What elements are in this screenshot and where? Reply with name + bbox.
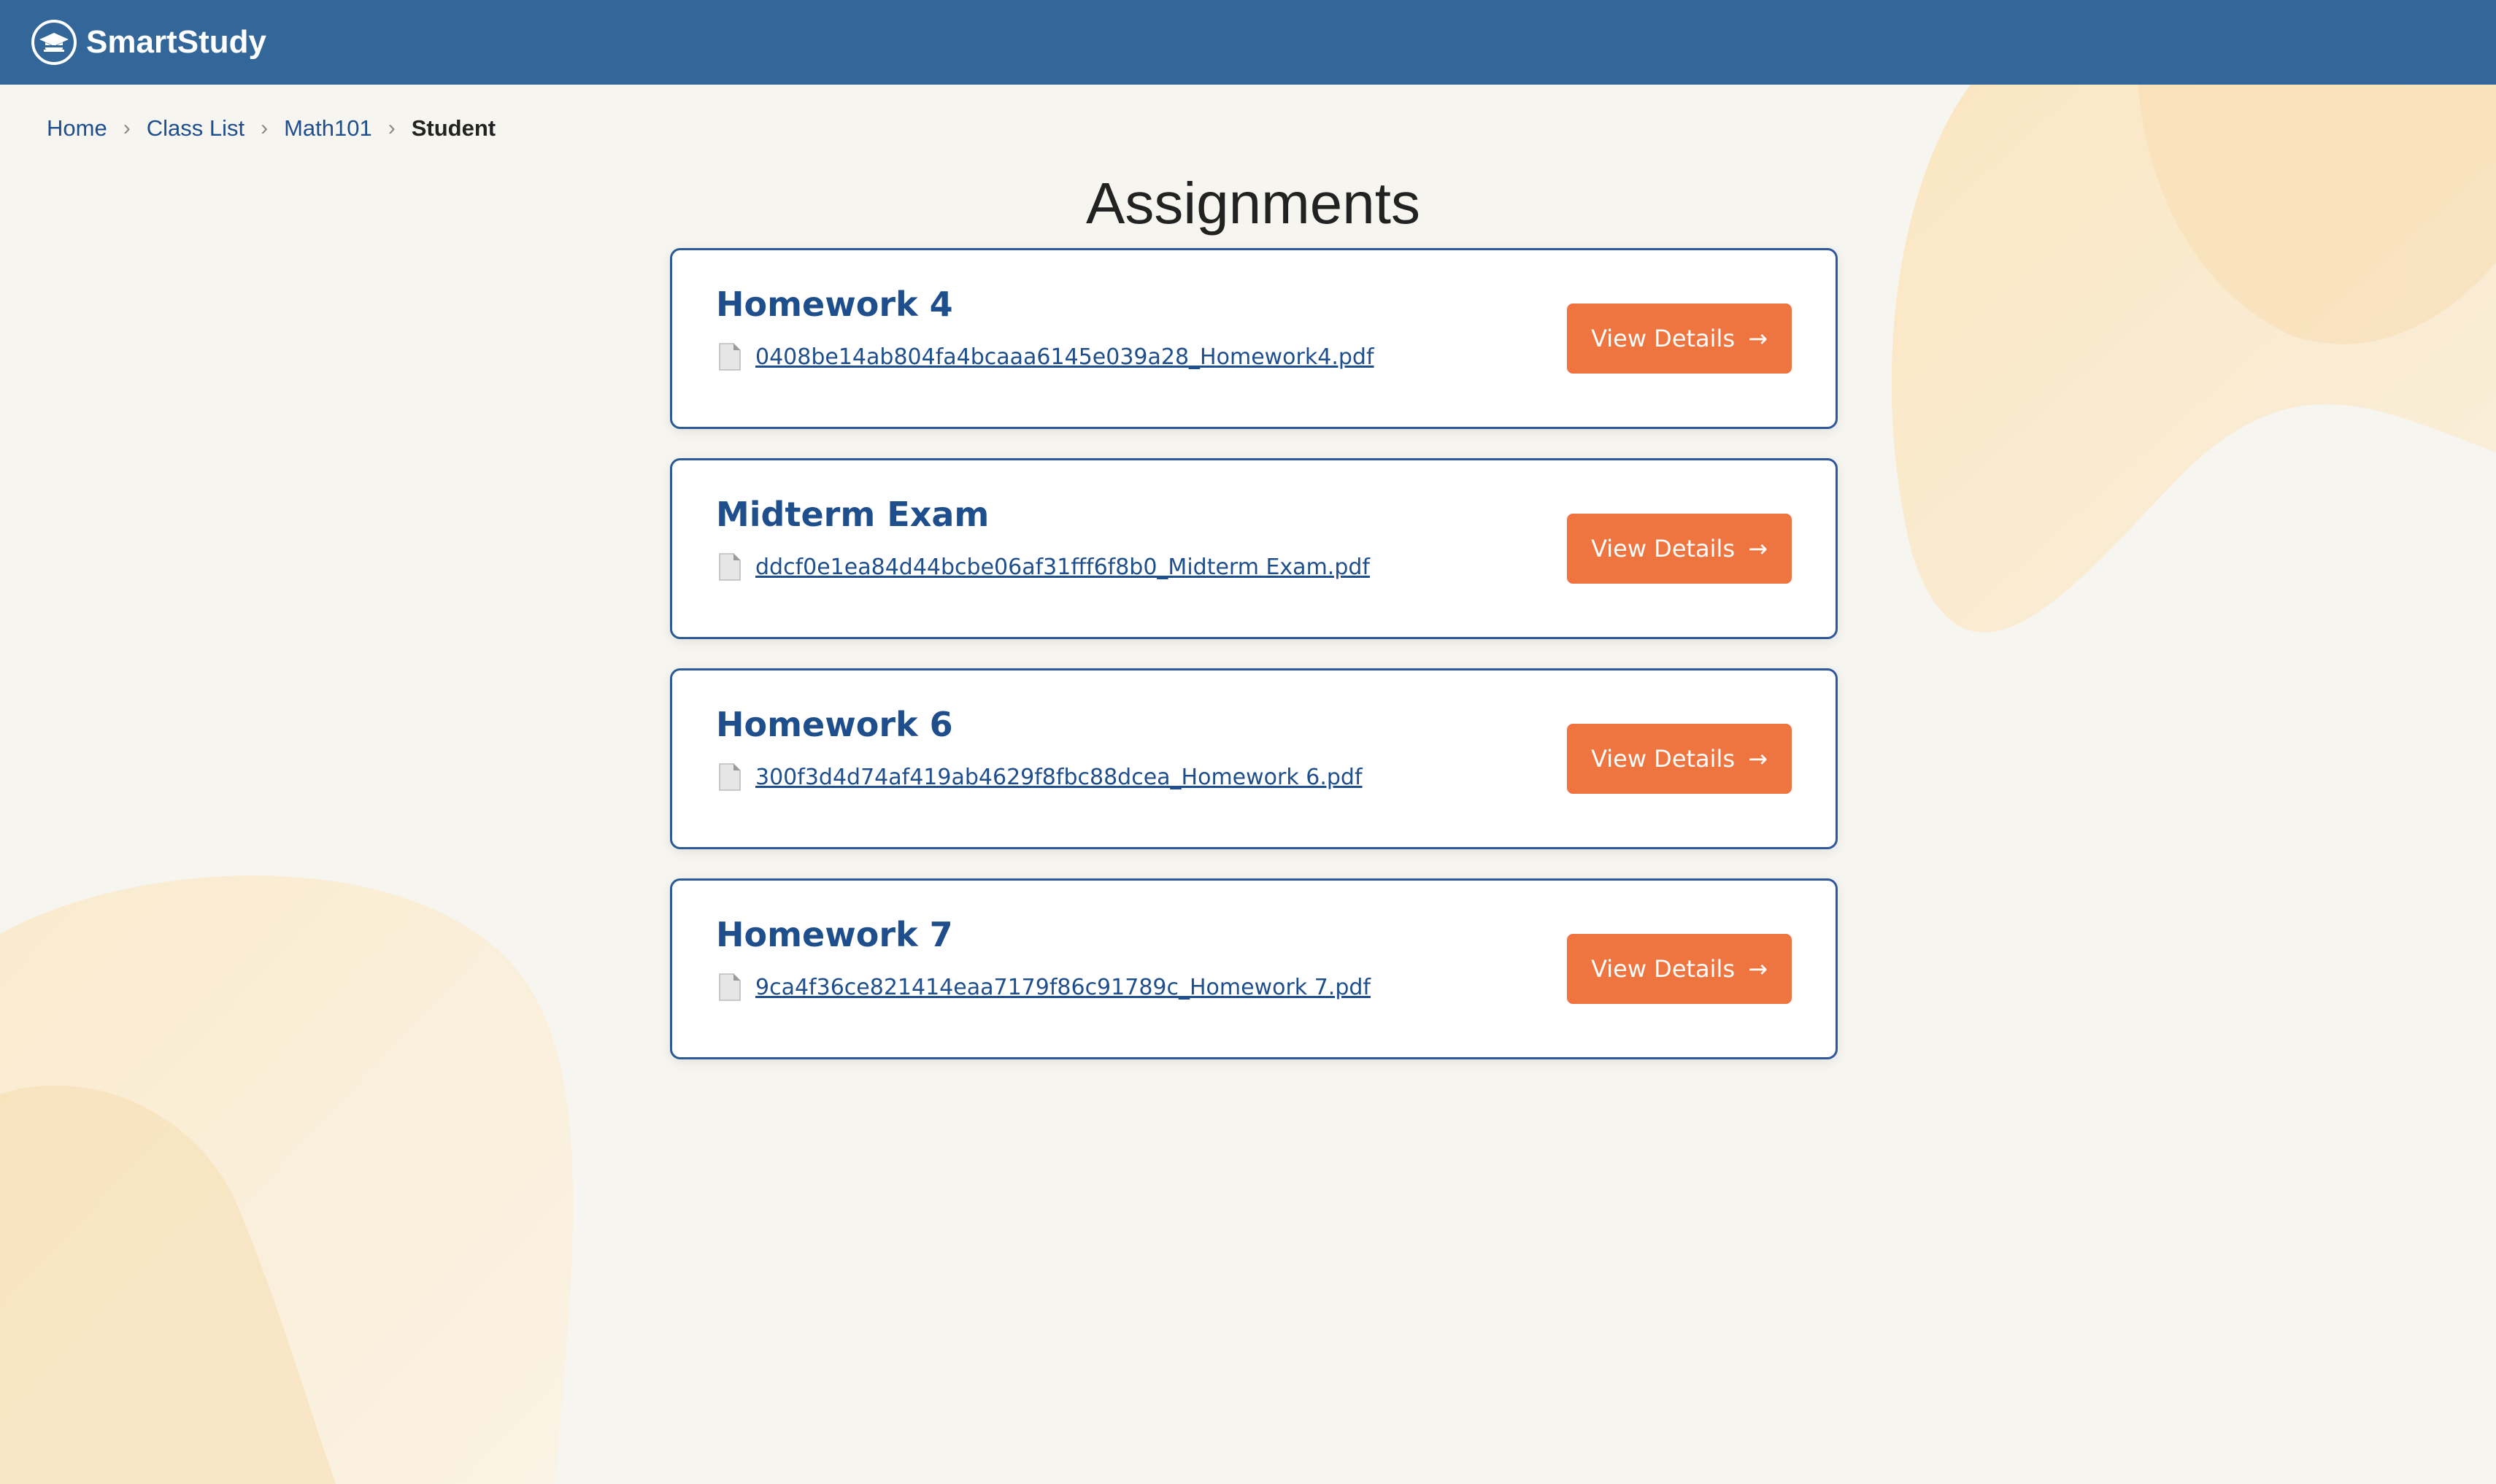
breadcrumb-home[interactable]: Home [47,115,107,142]
arrow-right-icon: → [1748,745,1768,773]
brand-name: SmartStudy [86,24,266,60]
breadcrumb-math101[interactable]: Math101 [284,115,372,142]
arrow-right-icon: → [1748,955,1768,983]
file-icon [719,763,741,791]
assignment-title: Homework 4 [716,285,953,324]
view-details-button[interactable]: View Details → [1567,724,1792,794]
file-row: 0408be14ab804fa4bcaaa6145e039a28_Homewor… [717,341,1374,373]
view-details-label: View Details [1591,325,1736,352]
assignment-title: Homework 6 [716,705,953,744]
view-details-button[interactable]: View Details → [1567,304,1792,374]
file-icon [719,553,741,581]
assignment-card: Homework 6 300f3d4d74af419ab4629f8fbc88d… [670,668,1838,849]
arrow-right-icon: → [1748,535,1768,563]
top-navbar: SmartStudy [0,0,2496,85]
assignment-card: Homework 4 0408be14ab804fa4bcaaa6145e039… [670,248,1838,429]
view-details-label: View Details [1591,745,1736,773]
file-link[interactable]: 0408be14ab804fa4bcaaa6145e039a28_Homewor… [755,344,1374,370]
page-title: Assignments [1086,171,1420,236]
file-icon [719,343,741,371]
view-details-label: View Details [1591,535,1736,563]
file-link[interactable]: ddcf0e1ea84d44bcbe06af31fff6f8b0_Midterm… [755,554,1370,580]
assignment-list: Homework 4 0408be14ab804fa4bcaaa6145e039… [670,248,1838,1089]
breadcrumb-current: Student [411,115,496,141]
view-details-button[interactable]: View Details → [1567,514,1792,584]
breadcrumb-separator: › [388,116,396,140]
breadcrumb: Home › Class List › Math101 › Student [47,114,496,143]
file-row: 9ca4f36ce821414eaa7179f86c91789c_Homewor… [717,971,1371,1003]
assignment-title: Midterm Exam [716,495,990,534]
file-row: 300f3d4d74af419ab4629f8fbc88dcea_Homewor… [717,761,1363,793]
breadcrumb-separator: › [261,116,269,140]
assignment-card: Midterm Exam ddcf0e1ea84d44bcbe06af31fff… [670,458,1838,639]
view-details-label: View Details [1591,955,1736,983]
breadcrumb-class-list[interactable]: Class List [147,115,244,142]
file-icon [719,973,741,1001]
breadcrumb-separator: › [123,116,131,140]
graduation-cap-icon [31,20,77,65]
file-link[interactable]: 300f3d4d74af419ab4629f8fbc88dcea_Homewor… [755,765,1363,790]
view-details-button[interactable]: View Details → [1567,934,1792,1004]
file-row: ddcf0e1ea84d44bcbe06af31fff6f8b0_Midterm… [717,551,1370,583]
file-link[interactable]: 9ca4f36ce821414eaa7179f86c91789c_Homewor… [755,975,1371,1000]
assignment-title: Homework 7 [716,915,953,954]
arrow-right-icon: → [1748,325,1768,352]
brand[interactable]: SmartStudy [31,19,266,66]
assignment-card: Homework 7 9ca4f36ce821414eaa7179f86c917… [670,878,1838,1059]
